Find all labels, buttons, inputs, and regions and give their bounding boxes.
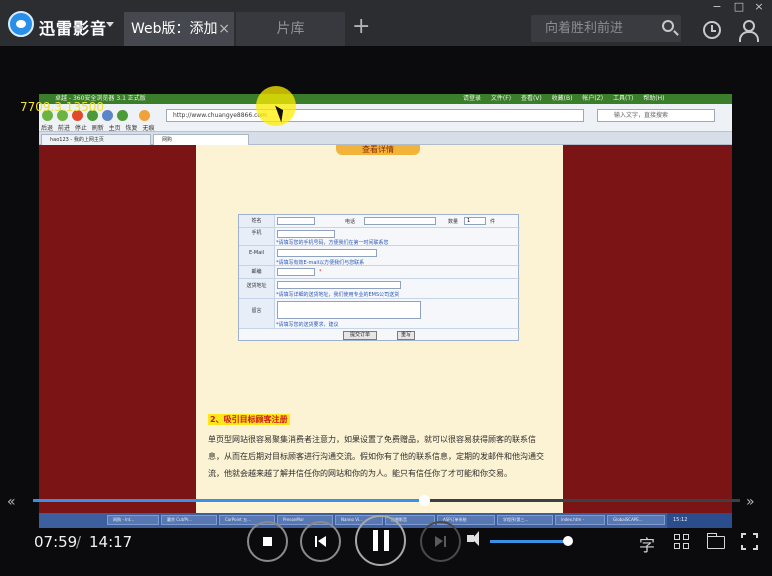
form-row: 姓名 电话 数量 1 件 <box>239 215 520 228</box>
form-hint: *请填写详细的送货地址，我们使用专业的EMS公司送货 <box>276 292 400 298</box>
form-hint: *请填写您的送货要求，建议 <box>276 322 339 328</box>
recorded-tray-clock: 15:12 <box>667 513 732 528</box>
form-label: 邮编 <box>239 266 275 278</box>
fullscreen-icon[interactable] <box>741 533 758 550</box>
recorded-article-text: 单页型网站很容易聚集消费者注意力，如果设置了免费赠品，就可以很容易获得顾客的联系… <box>208 435 544 478</box>
recorded-window-title-bar: 卓越 - 360安全浏览器 3.1 正式版 请登录 文件(F) 查看(V) 收藏… <box>39 94 732 104</box>
stop-button[interactable] <box>247 521 288 562</box>
recorded-article-heading: 2、吸引目标顾客注册 <box>208 414 290 425</box>
search-input[interactable]: 向着胜利前进 <box>545 15 655 42</box>
next-button[interactable] <box>420 521 461 562</box>
form-field <box>277 249 377 257</box>
previous-button[interactable] <box>300 521 341 562</box>
pause-button[interactable] <box>355 515 406 566</box>
volume-slider[interactable] <box>490 536 574 546</box>
title-bar: 迅雷影音 Web版：添加 × 片库 + 向着胜利前进 − □ × <box>0 0 772 46</box>
form-field <box>277 268 315 276</box>
playlist-icon[interactable] <box>674 534 690 550</box>
form-label: E-Mail <box>239 246 275 265</box>
recorded-browser-menu: 请登录 文件(F) 查看(V) 收藏(B) 帐户(Z) 工具(T) 帮助(H) <box>463 95 665 102</box>
form-submit-button: 提交订单 <box>343 331 377 340</box>
tab-web-label: Web版：添加 <box>131 21 218 37</box>
recorded-page-header: 查看详情 <box>336 145 420 155</box>
player-window: 迅雷影音 Web版：添加 × 片库 + 向着胜利前进 − □ × 7709.3.… <box>0 0 772 576</box>
recorded-web-page: 查看详情 姓名 电话 数量 1 件 手机 *请填写您的手机号码，方便我们在第一时… <box>196 145 563 528</box>
recorded-tab: hao123 - 我的上网主页 <box>41 134 151 145</box>
form-row: 送货地址 *请填写详细的送货地址，我们使用专业的EMS公司送货 <box>239 279 520 299</box>
form-hint: *请填写有效E-mail以方便我们与您联系 <box>276 260 365 266</box>
close-button[interactable]: × <box>751 0 767 14</box>
maximize-button[interactable]: □ <box>731 0 747 14</box>
history-icon[interactable] <box>703 21 721 39</box>
video-watermark: 7709.3.13500 <box>20 100 104 114</box>
form-field <box>277 217 315 225</box>
xunlei-logo-icon[interactable] <box>8 11 34 37</box>
form-row: 留言 *请填写您的送货要求，建议 <box>239 299 520 329</box>
form-label: 手机 <box>239 228 275 245</box>
video-frame[interactable]: 卓越 - 360安全浏览器 3.1 正式版 请登录 文件(F) 查看(V) 收藏… <box>39 94 732 528</box>
search-box[interactable]: 向着胜利前进 <box>531 15 681 42</box>
plus-icon[interactable]: + <box>352 14 370 40</box>
recorded-taskbar-item: 学程序(第三... <box>497 515 553 525</box>
form-reset-button: 重写 <box>397 331 415 340</box>
minimize-button[interactable]: − <box>709 0 725 14</box>
form-hint: *请填写您的手机号码，方便我们在第一时间联系您 <box>276 240 389 246</box>
form-row: 手机 *请填写您的手机号码，方便我们在第一时间联系您 <box>239 228 520 246</box>
total-time: 14:17 <box>89 533 133 551</box>
tab-library-label: 片库 <box>276 21 305 37</box>
tab-library[interactable]: 片库 <box>236 12 345 46</box>
recorded-search-box: 输入文字，直接搜索 <box>597 109 715 122</box>
user-icon[interactable] <box>738 20 759 42</box>
form-label: 数量 <box>448 219 459 225</box>
form-label: 送货地址 <box>239 279 275 298</box>
form-field <box>277 230 335 238</box>
fast-forward-icon[interactable]: » <box>746 494 755 510</box>
recorded-browser-toolbar: 后退 前进 停止 刷新 主页 恢复 无痕 http://www.chuangye… <box>39 104 732 132</box>
tab-close-icon[interactable]: × <box>218 12 230 46</box>
subtitle-button[interactable]: 字 <box>639 532 655 556</box>
recorded-tab: 网购 <box>153 134 249 145</box>
recorded-order-form: 姓名 电话 数量 1 件 手机 *请填写您的手机号码，方便我们在第一时间联系您 … <box>238 214 520 341</box>
recorded-taskbar-item: 赢余 Cut/Pr... <box>161 515 217 525</box>
restore-icon <box>117 110 128 121</box>
recorded-taskbar-item: index.htm - <box>555 515 605 525</box>
recorded-taskbar-item: 网购 - Int... <box>107 515 159 525</box>
form-hint: * <box>319 269 322 275</box>
current-time: 07:59 <box>34 533 78 551</box>
form-label: 姓名 <box>239 215 275 227</box>
recorded-taskbar-item: GlobalSCAPE... <box>607 515 665 525</box>
progress-bar[interactable] <box>33 495 740 506</box>
time-separator: / <box>76 533 82 551</box>
form-field <box>277 281 401 289</box>
rewind-icon[interactable]: « <box>7 494 16 510</box>
form-field: 1 <box>464 217 486 225</box>
search-icon[interactable] <box>662 20 674 32</box>
form-row: 邮编 * <box>239 266 520 279</box>
form-field <box>277 301 421 319</box>
form-label: 电话 <box>345 219 356 225</box>
app-name[interactable]: 迅雷影音 <box>39 15 107 39</box>
folder-icon[interactable] <box>707 533 725 549</box>
form-row: E-Mail *请填写有效E-mail以方便我们与您联系 <box>239 246 520 266</box>
form-field <box>364 217 436 225</box>
progress-fill <box>33 499 425 502</box>
recorded-toolbar-labels: 后退 前进 停止 刷新 主页 恢复 无痕 <box>41 125 155 132</box>
app-menu-arrow-icon[interactable] <box>106 22 114 27</box>
form-label: 留言 <box>239 299 275 328</box>
recorded-browser-tabs: hao123 - 我的上网主页 网购 <box>39 132 732 145</box>
volume-icon[interactable] <box>467 531 479 546</box>
form-label: 件 <box>490 219 496 225</box>
recorded-address-bar: http://www.chuangye8866.com <box>166 109 584 122</box>
incognito-icon <box>139 110 150 121</box>
volume-knob[interactable] <box>563 536 574 546</box>
tab-web[interactable]: Web版：添加 × <box>124 12 234 46</box>
volume-fill <box>490 540 569 543</box>
